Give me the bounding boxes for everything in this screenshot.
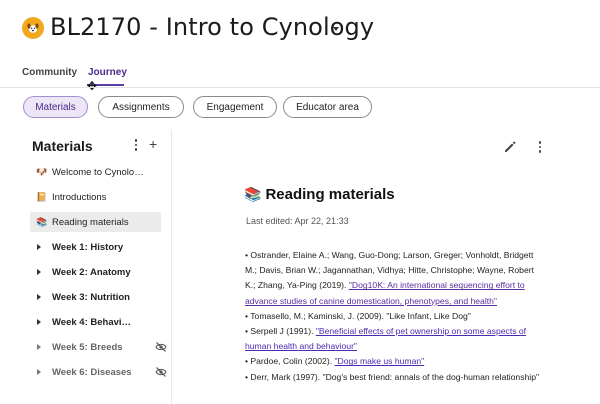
sidebar-item-welcome[interactable]: 🐶 Welcome to Cynolo…	[30, 162, 161, 182]
sidebar-item-reading-materials[interactable]: 📚 Reading materials	[30, 212, 161, 232]
reference-list: • Ostrander, Elaine A.; Wang, Guo-Dong; …	[245, 248, 541, 385]
sidebar-week-1[interactable]: Week 1: History	[30, 237, 170, 257]
dog-face-icon	[22, 17, 44, 39]
tab-community[interactable]: Community	[22, 67, 77, 78]
add-icon[interactable]: +	[149, 136, 157, 152]
more-options-icon[interactable]	[131, 138, 141, 152]
list-item: • Serpell J (1991). "Beneficial effects …	[245, 326, 527, 352]
chevron-right-icon[interactable]	[37, 269, 41, 275]
chevron-right-icon[interactable]	[37, 319, 41, 325]
pill-assignments[interactable]: Assignments	[98, 96, 184, 118]
sidebar-item-label: Week 3: Nutrition	[52, 291, 130, 303]
page-content: 📚 Reading materials Last edited: Apr 22, …	[173, 130, 600, 404]
chevron-right-icon[interactable]	[37, 344, 41, 350]
sidebar-item-label: Welcome to Cynolo…	[52, 166, 144, 178]
chevron-right-icon[interactable]	[37, 369, 41, 375]
sidebar-week-6[interactable]: Week 6: Diseases	[30, 362, 170, 382]
sidebar-item-label: Week 6: Diseases	[52, 366, 132, 378]
books-icon: 📚	[36, 216, 48, 227]
sidebar-item-label: Week 4: Behavi…	[52, 316, 132, 328]
eye-off-icon	[155, 367, 167, 377]
pill-materials[interactable]: Materials	[23, 96, 88, 118]
more-options-icon[interactable]	[535, 140, 545, 154]
eye-off-icon	[155, 342, 167, 352]
move-cursor-icon: ✥	[87, 79, 98, 93]
pencil-icon[interactable]	[503, 140, 517, 154]
page-title-text: Reading materials	[265, 186, 395, 203]
list-item: • Ostrander, Elaine A.; Wang, Guo-Dong; …	[245, 250, 534, 306]
tab-journey[interactable]: Journey	[88, 67, 127, 78]
course-header: BL2170 - Intro to Cynology Community Jou…	[0, 0, 600, 93]
materials-sidebar: Materials + 🐶 Welcome to Cynolo… 📔 Intro…	[22, 130, 172, 404]
sidebar-item-label: Introductions	[52, 191, 107, 203]
sidebar-item-label: Week 5: Breeds	[52, 341, 123, 353]
sidebar-week-4[interactable]: Week 4: Behavi…	[30, 312, 170, 332]
pill-engagement[interactable]: Engagement	[193, 96, 277, 118]
sidebar-item-label: Reading materials	[52, 216, 129, 228]
last-edited-timestamp: Last edited: Apr 22, 21:33	[246, 216, 349, 226]
page-title: 📚 Reading materials	[244, 186, 395, 203]
sidebar-title: Materials	[32, 138, 93, 154]
chevron-right-icon[interactable]	[37, 244, 41, 250]
sidebar-week-3[interactable]: Week 3: Nutrition	[30, 287, 170, 307]
pill-educator-area[interactable]: Educator area	[283, 96, 372, 118]
sidebar-item-label: Week 1: History	[52, 241, 124, 253]
header-divider	[0, 87, 600, 88]
list-item: • Tomasello, M.; Kaminski, J. (2009). "L…	[245, 310, 471, 321]
list-item: • Derr, Mark (1997). "Dog's best friend:…	[245, 371, 540, 382]
sidebar-item-label: Week 2: Anatomy	[52, 266, 131, 278]
list-item: • Pardoe, Colin (2002). "Dogs make us hu…	[245, 356, 425, 367]
course-title[interactable]: BL2170 - Intro to Cynology	[50, 13, 374, 41]
reference-link[interactable]: "Dogs make us human"	[334, 356, 424, 366]
notebook-icon: 📔	[36, 191, 48, 202]
sidebar-week-2[interactable]: Week 2: Anatomy	[30, 262, 170, 282]
sidebar-item-introductions[interactable]: 📔 Introductions	[30, 187, 161, 207]
chevron-down-icon[interactable]	[333, 27, 339, 31]
dog-icon: 🐶	[36, 166, 48, 177]
books-icon: 📚	[244, 186, 262, 202]
sidebar-week-5[interactable]: Week 5: Breeds	[30, 337, 170, 357]
chevron-right-icon[interactable]	[37, 294, 41, 300]
